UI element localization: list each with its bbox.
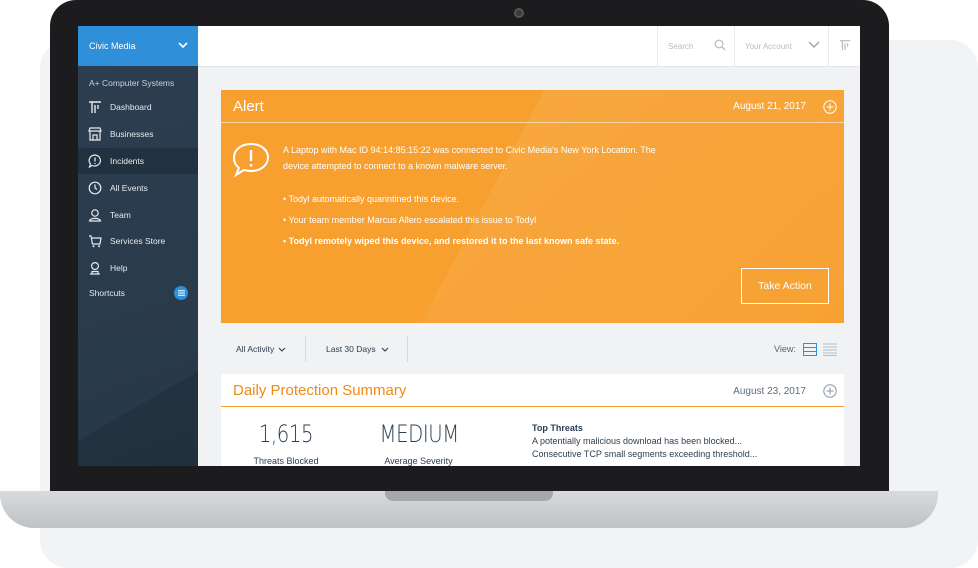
sidebar-item-team[interactable]: Team (78, 201, 198, 228)
sidebar-item-businesses[interactable]: Businesses (78, 121, 198, 148)
summary-date: August 23, 2017 (733, 386, 806, 397)
brand-t-icon (839, 38, 851, 56)
expand-plus-icon[interactable] (823, 100, 837, 119)
sidebar-item-label: Services Store (110, 236, 166, 247)
alert-bubble-icon (88, 154, 102, 168)
threats-blocked-value: 1,615 (258, 420, 314, 448)
alert-message-line: A Laptop with Mac ID 94:14:85:15:22 was … (283, 145, 656, 155)
view-label: View: (774, 344, 796, 354)
sidebar-item-label: Help (110, 263, 128, 274)
webcam (514, 8, 524, 18)
org-switcher[interactable]: Civic Media (78, 26, 198, 66)
alert-date: August 21, 2017 (733, 101, 806, 112)
sidebar-item-label: All Events (110, 182, 148, 193)
threat-item[interactable]: A potentially malicious download has bee… (532, 435, 757, 448)
brand-t-icon (88, 100, 102, 114)
search-placeholder: Search (668, 42, 694, 51)
company-name: A+ Computer Systems (89, 78, 175, 88)
threats-blocked-label: Threats Blocked (253, 456, 319, 466)
sidebar-item-label: Dashboard (110, 102, 152, 113)
filter-bar: All Activity Last 30 Days View: (221, 334, 844, 364)
alert-event: • Your team member Marcus Allero escalat… (283, 215, 537, 225)
alert-event: • Todyl remotely wiped this device, and … (283, 236, 620, 246)
cart-icon (88, 234, 102, 248)
org-name: Civic Media (89, 41, 136, 51)
date-range-label: Last 30 Days (326, 344, 376, 354)
summary-title: Daily Protection Summary (233, 382, 407, 399)
summary-card: Daily Protection Summary August 23, 2017… (221, 374, 844, 466)
chevron-down-icon (278, 347, 286, 352)
alert-event-list: • Todyl automatically quarintined this d… (283, 194, 619, 257)
threat-item[interactable]: Consecutive TCP small segments exceeding… (532, 448, 757, 461)
brand-logo[interactable] (828, 26, 860, 67)
sidebar-item-incidents[interactable]: Incidents (78, 147, 198, 175)
help-user-icon (88, 261, 102, 275)
laptop-hinge (385, 491, 553, 501)
sidebar-item-dashboard[interactable]: Dashboard (78, 94, 198, 121)
list-view-icon[interactable] (823, 343, 837, 361)
alert-card: Alert August 21, 2017 A Laptop with Mac … (221, 90, 844, 323)
severity-label: Average Severity (384, 456, 453, 466)
alert-message-line: device attempted to connect to a known m… (283, 160, 508, 171)
alert-bubble-icon (231, 142, 271, 183)
summary-header: Daily Protection Summary August 23, 2017 (221, 374, 844, 407)
severity-value: MEDIUM (379, 420, 460, 448)
sidebar-item-help[interactable]: Help (78, 255, 198, 282)
divider (305, 336, 306, 362)
top-threats: Top Threats A potentially malicious down… (532, 422, 757, 461)
search-icon[interactable] (714, 39, 726, 53)
alert-event: • Todyl automatically quarintined this d… (283, 194, 460, 204)
alert-title: Alert (233, 98, 264, 115)
expand-plus-icon[interactable] (823, 384, 837, 403)
chevron-down-icon (178, 41, 188, 51)
divider (407, 336, 408, 362)
top-threats-heading: Top Threats (532, 423, 583, 433)
take-action-button[interactable]: Take Action (741, 268, 829, 304)
activity-filter-dropdown[interactable]: All Activity (236, 334, 286, 364)
storefront-icon (88, 127, 102, 141)
threats-blocked-metric: 1,615 Threats Blocked (241, 420, 331, 466)
date-range-dropdown[interactable]: Last 30 Days (326, 334, 389, 364)
topbar: Search Your Account (198, 26, 860, 67)
activity-filter-label: All Activity (236, 344, 275, 354)
shortcuts-label: Shortcuts (89, 287, 125, 298)
shortcuts-section[interactable]: Shortcuts (78, 282, 198, 300)
alert-message: A Laptop with Mac ID 94:14:85:15:22 was … (283, 143, 703, 174)
severity-metric: MEDIUM Average Severity (371, 420, 466, 466)
chevron-down-icon (381, 347, 389, 352)
menu-icon[interactable] (174, 285, 188, 300)
search-input[interactable]: Search (657, 26, 734, 67)
clock-icon (88, 181, 102, 195)
sidebar-item-label: Team (110, 209, 131, 220)
alert-header: Alert August 21, 2017 (221, 90, 844, 123)
sidebar-item-services-store[interactable]: Services Store (78, 228, 198, 255)
chevron-down-icon (808, 41, 820, 51)
sidebar-item-all-events[interactable]: All Events (78, 174, 198, 201)
sidebar: Civic Media A+ Computer Systems Dashboar… (78, 26, 198, 466)
sidebar-item-label: Businesses (110, 129, 154, 140)
sidebar-item-label: Incidents (110, 155, 145, 166)
app-screen: Civic Media A+ Computer Systems Dashboar… (78, 26, 860, 466)
account-menu[interactable]: Your Account (734, 26, 828, 67)
card-view-icon[interactable] (803, 343, 817, 361)
user-icon (88, 208, 102, 222)
account-label: Your Account (745, 42, 792, 51)
